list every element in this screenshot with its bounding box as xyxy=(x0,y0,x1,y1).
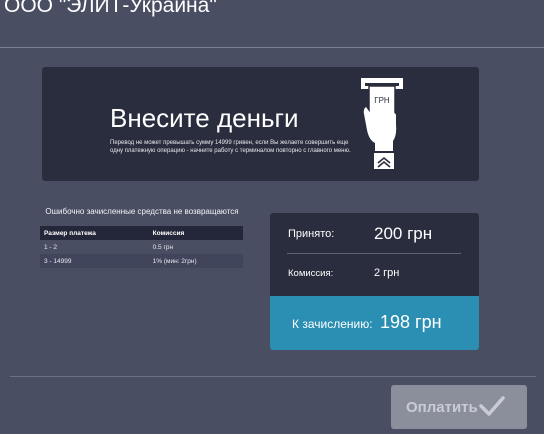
table-header-row: Размер платежа Комиссия xyxy=(40,226,243,240)
banner-instructions: Перевод не может превышать сумму 14999 г… xyxy=(110,140,351,154)
accepted-value: 200 грн xyxy=(374,224,433,243)
credit-box: К зачислению: 198 грн xyxy=(270,296,479,350)
commission-label: Комиссия: xyxy=(288,268,334,279)
table-row: 1 - 2 0.5 грн xyxy=(40,240,243,254)
column-header-commission: Комиссия xyxy=(148,226,243,240)
pay-button[interactable]: Оплатить xyxy=(391,385,527,429)
banner-heading: Внесите деньги xyxy=(110,103,299,133)
checkmark-icon xyxy=(479,396,505,416)
credit-label: К зачислению: xyxy=(292,317,373,331)
cell-amount: 1 - 2 xyxy=(44,243,58,251)
no-refund-warning: Ошибочно зачисленные средства не возвращ… xyxy=(45,207,239,216)
company-title: ООО "ЭЛИТ-Украина" xyxy=(4,0,217,17)
header-divider xyxy=(0,47,544,48)
cell-amount: 3 - 14999 xyxy=(40,254,149,268)
footer-divider xyxy=(10,376,536,377)
cash-insert-icon: ГРН xyxy=(361,78,403,169)
commission-value: 2 грн xyxy=(374,267,400,279)
column-header-amount: Размер платежа xyxy=(40,226,149,240)
table-row: 3 - 14999 1% (мин: 2грн) xyxy=(40,254,243,268)
banknote-label: ГРН xyxy=(374,96,390,105)
credit-value: 198 грн xyxy=(380,312,442,332)
insert-money-banner: Внесите деньги Перевод не может превышат… xyxy=(42,67,479,181)
accepted-label: Принято: xyxy=(288,228,335,240)
cell-commission: 0.5 грн xyxy=(152,243,174,251)
cell-commission: 1% (мин: 2грн) xyxy=(148,254,243,268)
summary-divider xyxy=(287,253,461,254)
fee-table: Размер платежа Комиссия 1 - 2 0.5 грн 3 … xyxy=(40,226,243,268)
pay-button-label: Оплатить xyxy=(406,399,478,416)
payment-summary: Принято: 200 грн Комиссия: 2 грн К зачис… xyxy=(270,213,479,350)
